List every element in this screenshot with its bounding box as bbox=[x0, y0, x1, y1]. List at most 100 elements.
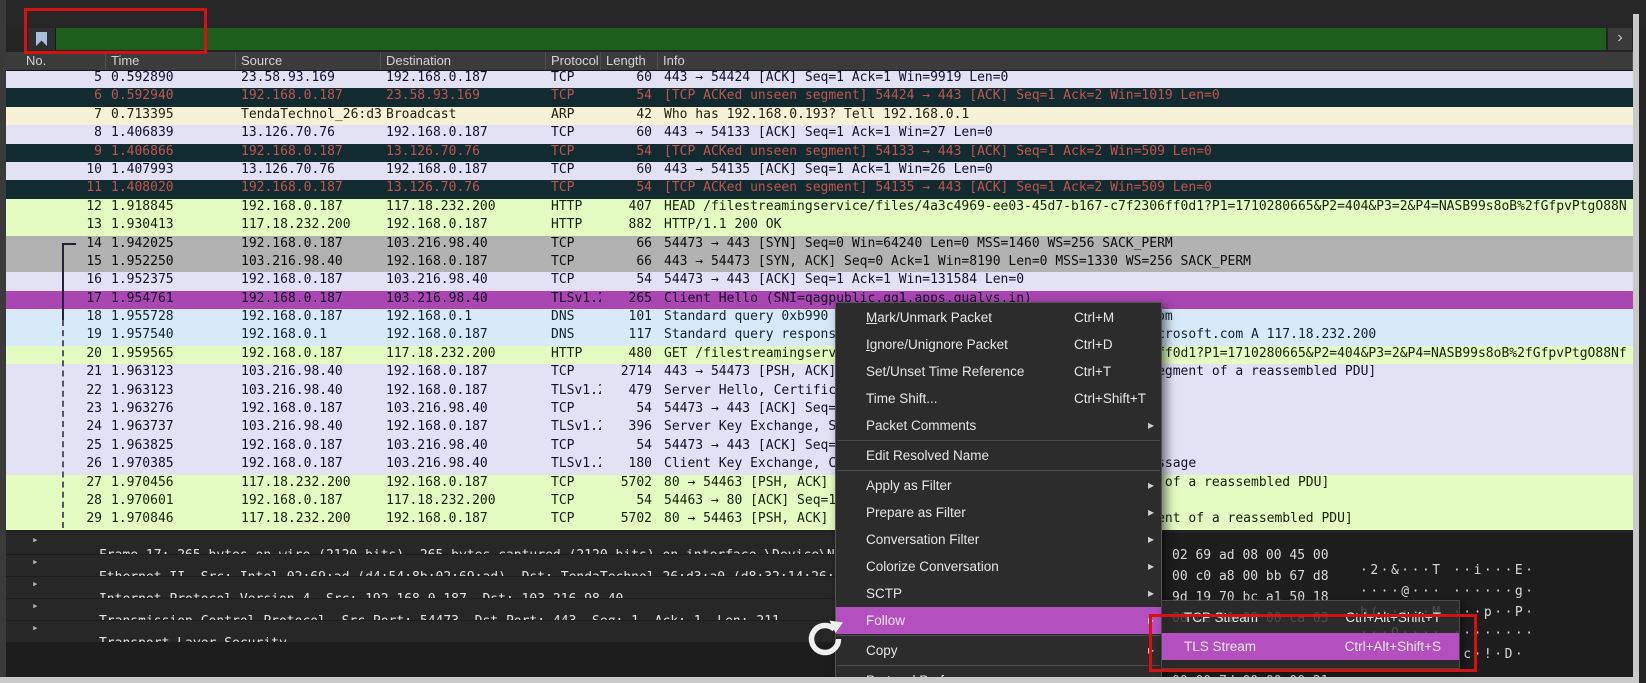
packet-length: 54 bbox=[601, 272, 658, 290]
context-menu-item[interactable]: SCTP ▸ bbox=[836, 580, 1161, 607]
context-menu-item[interactable]: Conversation Filter ▸ bbox=[836, 526, 1161, 553]
expand-arrow-icon[interactable]: ▸ bbox=[32, 599, 39, 612]
packet-row[interactable]: 27 1.970456 117.18.232.200 192.168.0.187… bbox=[6, 475, 1633, 493]
packet-info: HEAD /filestreamingservice/files/4a3c496… bbox=[658, 199, 1633, 217]
packet-number: 6 bbox=[6, 88, 106, 106]
packet-row[interactable]: 20 1.959565 192.168.0.187 117.18.232.200… bbox=[6, 346, 1633, 364]
hex-row[interactable]: 02 69 ad 08 00 45 00 ·2·&···T ··i···E· bbox=[1160, 533, 1633, 554]
display-filter-input[interactable]: ip.addr == 103.216.98.40 bbox=[56, 28, 1606, 50]
context-menu-item[interactable]: Apply as Filter ▸ bbox=[836, 472, 1161, 499]
packet-number: 29 bbox=[6, 511, 106, 529]
detail-text: Frame 17: 265 bytes on wire (2120 bits),… bbox=[99, 548, 866, 555]
context-menu-item[interactable]: Mark/Unmark Packet Ctrl+M ▸ bbox=[836, 304, 1161, 331]
packet-number: 12 bbox=[6, 199, 106, 217]
column-header-destination[interactable]: Destination bbox=[381, 52, 546, 70]
packet-length: 54 bbox=[601, 401, 658, 419]
packet-number: 18 bbox=[6, 309, 106, 327]
packet-row[interactable]: 29 1.970846 117.18.232.200 192.168.0.187… bbox=[6, 511, 1633, 529]
hex-row[interactable]: 00 c0 a8 00 bb 67 d8 ····@··· ······g· bbox=[1160, 554, 1633, 575]
packet-row[interactable]: 7 0.713395 TendaTechnol_26:d3:… Broadcas… bbox=[6, 107, 1633, 125]
context-menu-item[interactable]: Follow ▸ bbox=[836, 607, 1161, 634]
packet-row[interactable]: 19 1.957540 192.168.0.1 192.168.0.187 DN… bbox=[6, 327, 1633, 345]
packet-protocol: TCP bbox=[546, 70, 601, 88]
menu-item-label: Time Shift... bbox=[866, 385, 938, 412]
packet-row[interactable]: 12 1.918845 192.168.0.187 117.18.232.200… bbox=[6, 199, 1633, 217]
column-header-protocol[interactable]: Protocol bbox=[546, 52, 601, 70]
packet-destination: 117.18.232.200 bbox=[381, 493, 546, 511]
context-menu-item[interactable]: Copy ▸ bbox=[836, 637, 1161, 664]
context-menu-item[interactable]: Set/Unset Time Reference Ctrl+T ▸ bbox=[836, 358, 1161, 385]
packet-number: 20 bbox=[6, 346, 106, 364]
submenu-arrow-icon: ▸ bbox=[1148, 580, 1154, 607]
packet-destination: 192.168.0.1 bbox=[381, 309, 546, 327]
packet-source: 117.18.232.200 bbox=[236, 511, 381, 529]
packet-row[interactable]: 8 1.406839 13.126.70.76 192.168.0.187 TC… bbox=[6, 125, 1633, 143]
packet-row[interactable]: 10 1.407993 13.126.70.76 192.168.0.187 T… bbox=[6, 162, 1633, 180]
expand-arrow-icon[interactable]: ▸ bbox=[32, 621, 39, 634]
context-menu-item[interactable]: Edit Resolved Name ▸ bbox=[836, 442, 1161, 469]
packet-number: 9 bbox=[6, 144, 106, 162]
packet-row[interactable]: 22 1.963123 103.216.98.40 192.168.0.187 … bbox=[6, 383, 1633, 401]
menu-item-label: Mark/Unmark Packet bbox=[866, 304, 992, 331]
column-header-no[interactable]: No. bbox=[6, 52, 106, 70]
expand-arrow-icon[interactable]: ▸ bbox=[32, 555, 39, 568]
expand-arrow-icon[interactable]: ▸ bbox=[32, 533, 39, 546]
packet-row[interactable]: 14 1.942025 192.168.0.187 103.216.98.40 … bbox=[6, 236, 1633, 254]
wireshark-window: ip.addr == 103.216.98.40 › No. Time Sour… bbox=[0, 0, 1646, 683]
packet-destination: 192.168.0.187 bbox=[381, 254, 546, 272]
packet-source: 192.168.0.187 bbox=[236, 144, 381, 162]
context-menu-item[interactable]: Prepare as Filter ▸ bbox=[836, 499, 1161, 526]
packet-length: 180 bbox=[601, 456, 658, 474]
packet-row[interactable]: 15 1.952250 103.216.98.40 192.168.0.187 … bbox=[6, 254, 1633, 272]
packet-number: 26 bbox=[6, 456, 106, 474]
packet-protocol: TLSv1.2 bbox=[546, 456, 601, 474]
packet-destination: 192.168.0.187 bbox=[381, 364, 546, 382]
context-menu-item[interactable]: Packet Comments ▸ bbox=[836, 412, 1161, 439]
packet-protocol: TCP bbox=[546, 88, 601, 106]
packet-row[interactable]: 13 1.930413 117.18.232.200 192.168.0.187… bbox=[6, 217, 1633, 235]
packet-row[interactable]: 18 1.955728 192.168.0.187 192.168.0.1 DN… bbox=[6, 309, 1633, 327]
packet-length: 882 bbox=[601, 217, 658, 235]
packet-number: 8 bbox=[6, 125, 106, 143]
packet-length: 407 bbox=[601, 199, 658, 217]
packet-row[interactable]: 5 0.592890 23.58.93.169 192.168.0.187 TC… bbox=[6, 70, 1633, 88]
menu-item-label: Set/Unset Time Reference bbox=[866, 358, 1024, 385]
packet-row[interactable]: 9 1.406866 192.168.0.187 13.126.70.76 TC… bbox=[6, 144, 1633, 162]
packet-destination: 23.58.93.169 bbox=[381, 88, 546, 106]
packet-row[interactable]: 16 1.952375 192.168.0.187 103.216.98.40 … bbox=[6, 272, 1633, 290]
column-header-info[interactable]: Info bbox=[658, 52, 1633, 70]
packet-row[interactable]: 17 1.954761 192.168.0.187 103.216.98.40 … bbox=[6, 291, 1633, 309]
packet-info: Who has 192.168.0.193? Tell 192.168.0.1 bbox=[658, 107, 1633, 125]
packet-row[interactable]: 23 1.963276 192.168.0.187 103.216.98.40 … bbox=[6, 401, 1633, 419]
context-menu-item[interactable]: Time Shift... Ctrl+Shift+T ▸ bbox=[836, 385, 1161, 412]
packet-row[interactable]: 21 1.963123 103.216.98.40 192.168.0.187 … bbox=[6, 364, 1633, 382]
packet-row[interactable]: 11 1.408020 192.168.0.187 13.126.70.76 T… bbox=[6, 180, 1633, 198]
packet-row[interactable]: 26 1.970385 192.168.0.187 103.216.98.40 … bbox=[6, 456, 1633, 474]
packet-source: 13.126.70.76 bbox=[236, 162, 381, 180]
context-menu-item[interactable]: Colorize Conversation ▸ bbox=[836, 553, 1161, 580]
context-menu-item[interactable]: Ignore/Unignore Packet Ctrl+D ▸ bbox=[836, 331, 1161, 358]
expand-arrow-icon[interactable]: ▸ bbox=[32, 577, 39, 590]
hex-row[interactable]: 9d 19 70 bc a1 50 18 b(·····M ···p··P· bbox=[1160, 575, 1633, 596]
packet-row[interactable]: 28 1.970601 192.168.0.187 117.18.232.200… bbox=[6, 493, 1633, 511]
packet-protocol: DNS bbox=[546, 327, 601, 345]
packet-protocol: HTTP bbox=[546, 217, 601, 235]
packet-protocol: TCP bbox=[546, 180, 601, 198]
packet-length: 480 bbox=[601, 346, 658, 364]
packet-time: 1.963825 bbox=[106, 438, 236, 456]
packet-time: 1.406839 bbox=[106, 125, 236, 143]
packet-time: 0.713395 bbox=[106, 107, 236, 125]
packet-destination: Broadcast bbox=[381, 107, 546, 125]
window-top-strip bbox=[0, 0, 1646, 28]
packet-protocol: TCP bbox=[546, 475, 601, 493]
packet-destination: 103.216.98.40 bbox=[381, 272, 546, 290]
detail-text: Ethernet II, Src: Intel_02:69:ad (d4:54:… bbox=[99, 570, 866, 577]
column-header-length[interactable]: Length bbox=[601, 52, 658, 70]
packet-row[interactable]: 24 1.963737 103.216.98.40 192.168.0.187 … bbox=[6, 419, 1633, 437]
column-header-time[interactable]: Time bbox=[106, 52, 236, 70]
packet-row[interactable]: 6 0.592940 192.168.0.187 23.58.93.169 TC… bbox=[6, 88, 1633, 106]
filter-apply-button[interactable]: › bbox=[1608, 28, 1632, 50]
column-header-source[interactable]: Source bbox=[236, 52, 381, 70]
packet-destination: 192.168.0.187 bbox=[381, 511, 546, 529]
packet-row[interactable]: 25 1.963825 192.168.0.187 103.216.98.40 … bbox=[6, 438, 1633, 456]
